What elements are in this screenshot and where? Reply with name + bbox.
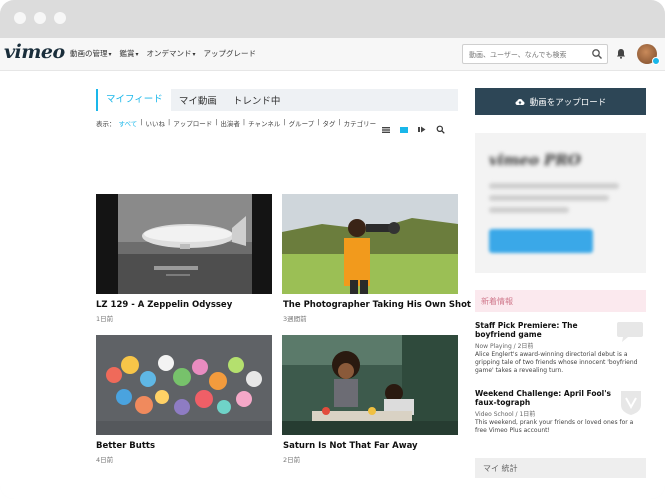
avatar-badge <box>652 57 660 65</box>
grid-view-icon[interactable] <box>400 126 408 133</box>
top-nav: vimeo 動画の管理▾ 鑑賞▾ オンデマンド▾ アップグレード 動画、ユーザー… <box>0 38 665 71</box>
nav-upgrade[interactable]: アップグレード <box>204 48 257 59</box>
list-view-icon[interactable] <box>382 126 390 133</box>
vimeo-pro-promo[interactable]: vimeo PRO <box>475 133 646 273</box>
chevron-down-icon: ▾ <box>192 51 196 58</box>
video-meta: 4日前 <box>96 456 114 464</box>
vimeo-logo[interactable]: vimeo <box>4 41 65 63</box>
vimeo-shield-icon <box>621 391 641 415</box>
filter-categories[interactable]: カテゴリー <box>344 118 377 128</box>
video-meta: 3週間前 <box>283 315 307 323</box>
news-meta: Now Playing / 2日前 <box>475 343 534 350</box>
bell-icon[interactable] <box>616 48 626 59</box>
search-icon[interactable] <box>436 125 445 134</box>
video-title[interactable]: The Photographer Taking His Own Shot <box>283 300 471 310</box>
news-body: This weekend, prank your friends or love… <box>475 419 634 434</box>
feed-tabs: マイフィード マイ動画 トレンド中 <box>96 89 458 111</box>
browser-window: vimeo 動画の管理▾ 鑑賞▾ オンデマンド▾ アップグレード 動画、ユーザー… <box>0 0 665 499</box>
search-input[interactable]: 動画、ユーザー、なんでも検索 <box>469 50 566 60</box>
search-icon[interactable] <box>591 48 603 60</box>
promo-logo: vimeo PRO <box>489 151 581 169</box>
tab-trending[interactable]: トレンド中 <box>225 93 289 107</box>
video-thumbnail-better-butts[interactable] <box>96 335 272 435</box>
tab-my-videos[interactable]: マイ動画 <box>171 93 225 107</box>
filter-likes[interactable]: いいね <box>146 118 166 128</box>
my-stats-panel[interactable]: マイ 統計 <box>475 458 646 478</box>
window-maximize-dot[interactable] <box>54 12 66 24</box>
cloud-upload-icon <box>515 98 525 105</box>
video-meta: 2日前 <box>283 456 301 464</box>
video-title[interactable]: LZ 129 - A Zeppelin Odyssey <box>96 300 232 310</box>
promo-button[interactable] <box>489 229 593 253</box>
chevron-down-icon: ▾ <box>108 51 112 58</box>
window-close-dot[interactable] <box>14 12 26 24</box>
news-title[interactable]: Weekend Challenge: April Fool's faux-tog… <box>475 389 615 407</box>
filter-channels[interactable]: チャンネル <box>248 118 280 128</box>
video-meta: 1日前 <box>96 315 114 323</box>
promo-text-line <box>489 183 619 189</box>
search-box[interactable]: 動画、ユーザー、なんでも検索 <box>462 44 608 64</box>
promo-text-line <box>489 207 569 213</box>
vimeo-page: vimeo 動画の管理▾ 鑑賞▾ オンデマンド▾ アップグレード 動画、ユーザー… <box>0 38 665 499</box>
news-meta: Video School / 1日前 <box>475 411 536 418</box>
filter-label: 表示： <box>96 120 116 128</box>
chevron-down-icon: ▾ <box>135 51 139 58</box>
filter-appearances[interactable]: 出演者 <box>220 118 240 128</box>
news-body: Alice Englert's award-winning directoria… <box>475 351 638 374</box>
feed-filters: 表示： すべて | いいね | アップロード | 出演者 | チャンネル | グループ | … <box>96 118 377 128</box>
video-thumbnail-photographer[interactable] <box>282 194 458 294</box>
nav-links: 動画の管理▾ 鑑賞▾ オンデマンド▾ アップグレード <box>70 48 256 59</box>
tab-my-feed[interactable]: マイフィード <box>98 89 171 111</box>
news-heading: 新着情報 <box>475 290 646 312</box>
promo-text-line <box>489 195 609 201</box>
nav-manage-videos[interactable]: 動画の管理▾ <box>70 48 112 59</box>
upload-video-label: 動画をアップロード <box>529 97 607 108</box>
video-thumbnail-saturn[interactable] <box>282 335 458 435</box>
upload-video-button[interactable]: 動画をアップロード <box>475 88 646 115</box>
news-title[interactable]: Staff Pick Premiere: The boyfriend game <box>475 321 615 339</box>
nav-on-demand[interactable]: オンデマンド▾ <box>147 48 196 59</box>
window-minimize-dot[interactable] <box>34 12 46 24</box>
speech-bubble-icon <box>617 322 643 342</box>
filter-all[interactable]: すべて <box>119 118 138 128</box>
video-thumbnail-zeppelin[interactable] <box>96 194 272 294</box>
browser-titlebar <box>0 0 665 38</box>
nav-watch[interactable]: 鑑賞▾ <box>120 48 139 59</box>
video-title[interactable]: Saturn Is Not That Far Away <box>283 441 418 451</box>
filter-uploads[interactable]: アップロード <box>173 118 212 128</box>
filter-tags[interactable]: タグ <box>322 118 335 128</box>
video-title[interactable]: Better Butts <box>96 441 155 451</box>
filter-groups[interactable]: グループ <box>289 118 315 128</box>
play-view-icon[interactable] <box>418 126 426 133</box>
view-options <box>382 125 445 134</box>
